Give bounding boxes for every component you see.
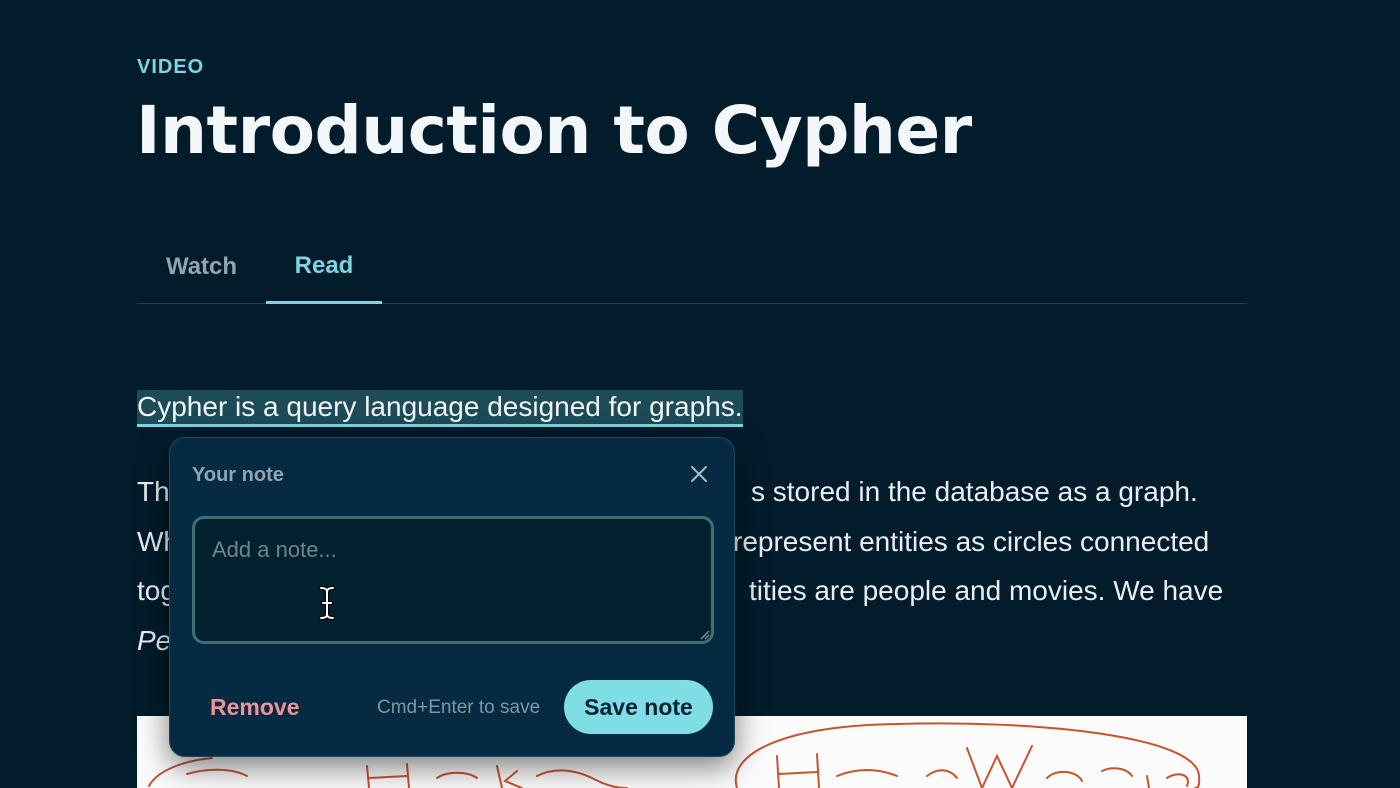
lesson-page: VIDEO Introduction to Cypher Watch Read …: [0, 0, 1400, 788]
resize-grip-icon[interactable]: [698, 627, 710, 640]
save-shortcut-hint: Cmd+Enter to save: [377, 697, 541, 718]
highlighted-sentence[interactable]: Cypher is a query language designed for …: [137, 390, 743, 427]
page-title: Introduction to Cypher: [136, 92, 972, 169]
note-popup: Your note Remove Cmd+Enter to save Save …: [169, 437, 735, 757]
save-note-button[interactable]: Save note: [564, 680, 713, 734]
note-input[interactable]: [192, 516, 714, 644]
tab-watch[interactable]: Watch: [137, 230, 266, 304]
note-popup-title: Your note: [192, 464, 284, 486]
paragraph-line-right: represent entities as circles connected: [733, 525, 1210, 557]
paragraph-line-right: tities are people and movies. We have: [749, 575, 1224, 606]
lesson-paragraph-right: s stored in the database as a graph. rep…: [733, 467, 1251, 616]
tab-read[interactable]: Read: [266, 230, 382, 304]
content-type-label: VIDEO: [137, 56, 205, 78]
remove-note-button[interactable]: Remove: [210, 694, 299, 721]
text-cursor-icon: [318, 586, 336, 620]
tab-bar: Watch Read: [137, 230, 1247, 304]
paragraph-line-right: s stored in the database as a graph.: [751, 476, 1198, 507]
close-icon[interactable]: [688, 463, 710, 485]
